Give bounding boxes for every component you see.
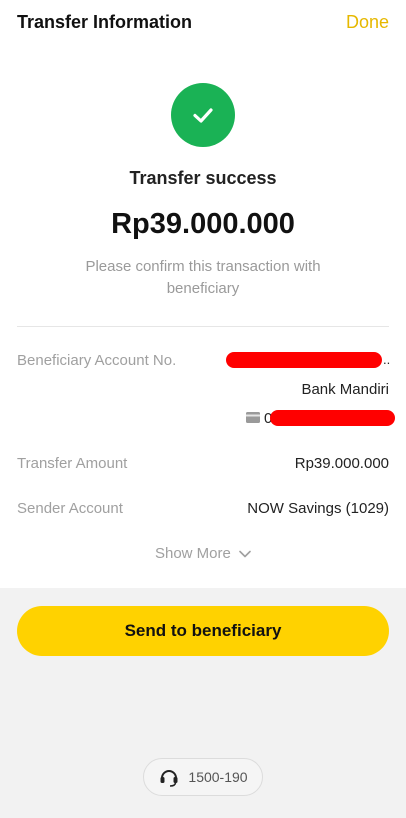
beneficiary-bank-name: Bank Mandiri	[301, 381, 389, 398]
confirm-message: Please confirm this transaction with ben…	[85, 258, 321, 297]
redacted-account-number	[226, 352, 382, 368]
page-title: Transfer Information	[17, 12, 193, 32]
success-badge	[171, 83, 235, 147]
truncation-dots: ..	[383, 352, 391, 367]
transfer-info-panel: Transfer Information Done Transfer succe…	[0, 0, 406, 588]
chevron-down-icon	[239, 550, 251, 558]
send-to-beneficiary-button[interactable]: Send to beneficiary	[17, 606, 389, 656]
card-icon	[246, 412, 260, 423]
show-more-button[interactable]: Show More	[0, 545, 406, 562]
sender-account-label: Sender Account	[17, 500, 123, 517]
send-button-label: Send to beneficiary	[124, 621, 282, 640]
divider	[17, 326, 389, 327]
beneficiary-account-label: Beneficiary Account No.	[17, 352, 177, 369]
done-button[interactable]: Done	[346, 12, 389, 33]
show-more-label: Show More	[154, 545, 231, 562]
success-title: Transfer success	[129, 168, 277, 188]
check-icon	[193, 108, 213, 123]
transfer-amount-label: Transfer Amount	[17, 455, 128, 472]
sender-account-value: NOW Savings (1029)	[247, 500, 389, 517]
hotline-number: 1500-190	[188, 769, 248, 785]
redacted-account-name	[270, 410, 395, 426]
transfer-amount-display: Rp39.000.000	[111, 208, 295, 240]
headset-icon	[160, 770, 178, 787]
transfer-amount-value: Rp39.000.000	[294, 455, 389, 472]
hotline-button[interactable]: 1500-190	[143, 758, 263, 796]
